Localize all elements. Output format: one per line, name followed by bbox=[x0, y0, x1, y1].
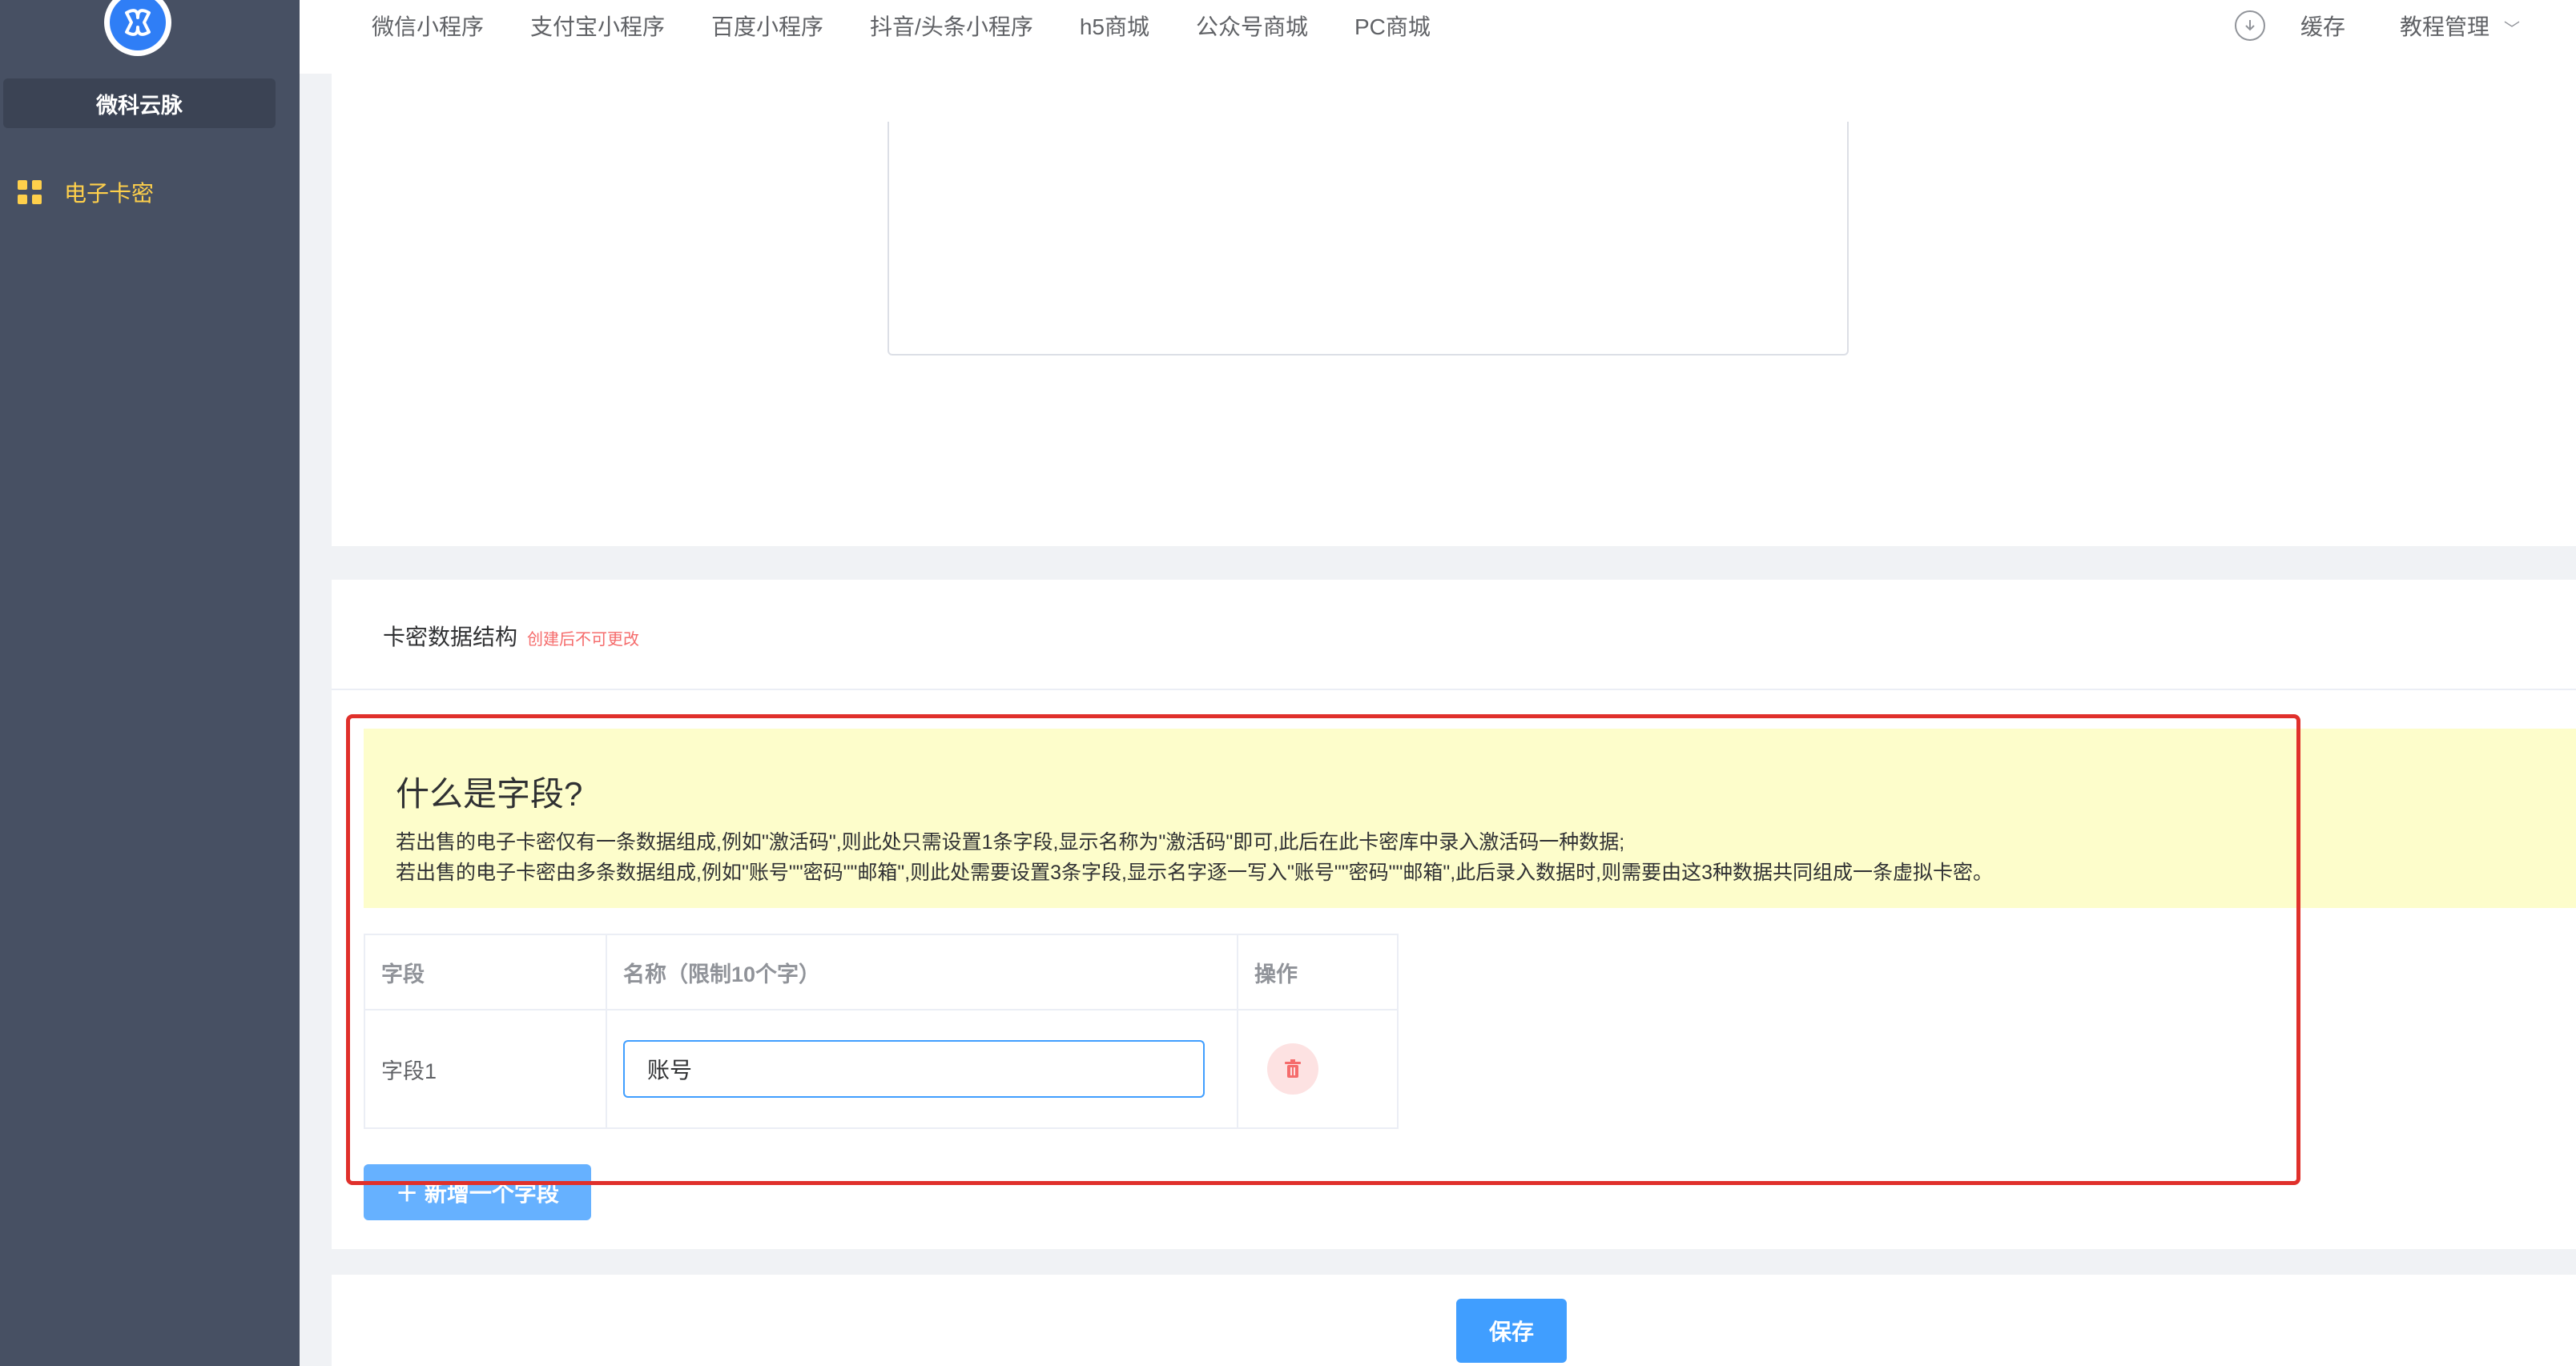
field-table: 字段 名称（限制10个字） 操作 字段1 bbox=[364, 934, 1399, 1129]
field-name-input[interactable] bbox=[623, 1040, 1205, 1098]
brand-name: 微科云脉 bbox=[3, 78, 276, 128]
section-title: 卡密数据结构 bbox=[383, 625, 518, 649]
logo-icon bbox=[110, 0, 166, 50]
field-info-box: 什么是字段? 若出售的电子卡密仅有一条数据组成,例如"激活码",则此处只需设置1… bbox=[364, 729, 2576, 908]
column-header-field: 字段 bbox=[364, 934, 607, 1010]
save-panel: 保存 bbox=[332, 1275, 2576, 1366]
cache-link[interactable]: 缓存 bbox=[2300, 10, 2345, 42]
table-header-row: 字段 名称（限制10个字） 操作 bbox=[364, 934, 1399, 1010]
nav-official-account-mall[interactable]: 公众号商城 bbox=[1196, 10, 1308, 42]
nav-wechat-miniprogram[interactable]: 微信小程序 bbox=[372, 10, 484, 42]
tutorial-menu[interactable]: 教程管理 ﹀ bbox=[2400, 10, 2520, 42]
name-cell bbox=[606, 1009, 1238, 1129]
nav-alipay-miniprogram[interactable]: 支付宝小程序 bbox=[530, 10, 665, 42]
column-header-name: 名称（限制10个字） bbox=[606, 934, 1238, 1010]
sidebar: 微科云脉 电子卡密 bbox=[0, 0, 300, 1366]
table-row: 字段1 bbox=[364, 1009, 1399, 1129]
column-header-action: 操作 bbox=[1237, 934, 1399, 1010]
add-field-button[interactable]: ＋ 新增一个字段 bbox=[364, 1164, 591, 1220]
nav-h5-mall[interactable]: h5商城 bbox=[1080, 10, 1149, 42]
info-line-2: 若出售的电子卡密由多条数据组成,例如"账号""密码""邮箱",则此处需要设置3条… bbox=[396, 862, 1994, 884]
top-navigation: 微信小程序 支付宝小程序 百度小程序 抖音/头条小程序 h5商城 公众号商城 P… bbox=[300, 0, 2576, 74]
logo bbox=[104, 0, 171, 56]
content-panel bbox=[332, 74, 2576, 546]
delete-field-button[interactable] bbox=[1267, 1043, 1318, 1095]
action-cell bbox=[1237, 1009, 1399, 1129]
divider bbox=[332, 689, 2576, 690]
trash-icon bbox=[1285, 1059, 1301, 1078]
card-structure-panel: 卡密数据结构 创建后不可更改 什么是字段? 若出售的电子卡密仅有一条数据组成,例… bbox=[332, 580, 2576, 1249]
save-button[interactable]: 保存 bbox=[1456, 1299, 1567, 1363]
grid-icon bbox=[18, 180, 42, 204]
nav-pc-mall[interactable]: PC商城 bbox=[1354, 10, 1431, 42]
description-textarea[interactable] bbox=[888, 122, 1849, 356]
sidebar-item-label: 电子卡密 bbox=[64, 181, 155, 206]
info-title: 什么是字段? bbox=[396, 775, 583, 813]
sidebar-item-ecard[interactable]: 电子卡密 bbox=[18, 175, 154, 210]
info-line-1: 若出售的电子卡密仅有一条数据组成,例如"激活码",则此处只需设置1条字段,显示名… bbox=[396, 831, 1625, 854]
section-header: 卡密数据结构 创建后不可更改 bbox=[383, 620, 639, 652]
chevron-down-icon: ﹀ bbox=[2504, 21, 2520, 38]
nav-douyin-miniprogram[interactable]: 抖音/头条小程序 bbox=[870, 10, 1033, 42]
tutorial-menu-label: 教程管理 bbox=[2399, 14, 2489, 39]
nav-baidu-miniprogram[interactable]: 百度小程序 bbox=[711, 10, 823, 42]
download-icon[interactable] bbox=[2234, 10, 2265, 41]
section-note: 创建后不可更改 bbox=[527, 631, 640, 649]
field-cell: 字段1 bbox=[364, 1009, 607, 1129]
